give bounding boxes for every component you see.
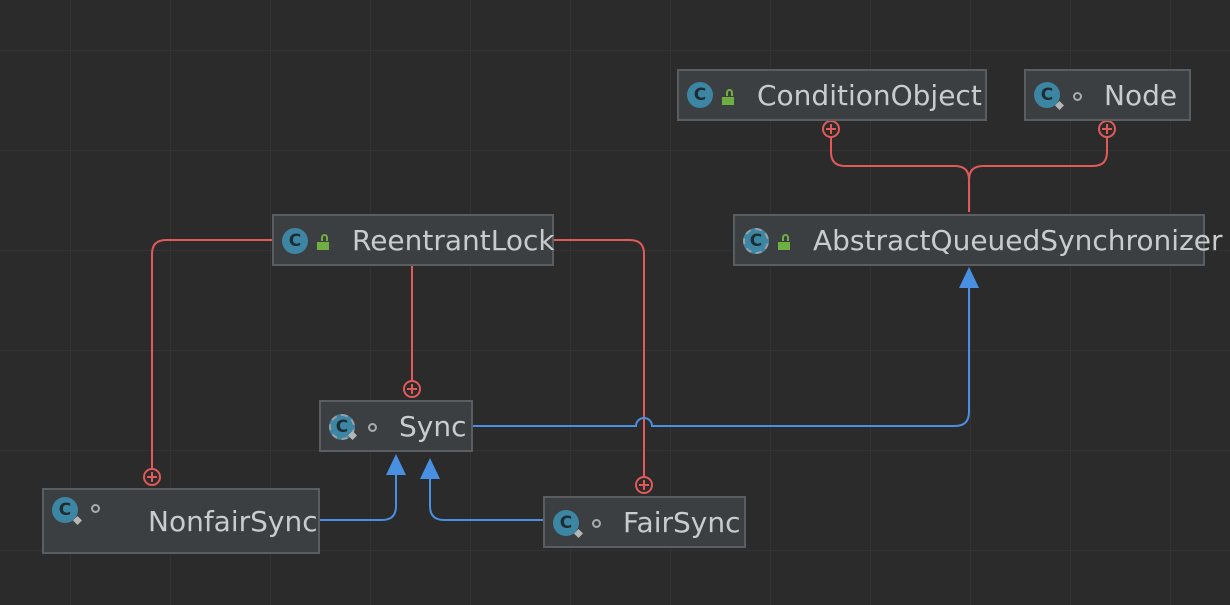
class-name: FairSync (623, 505, 741, 539)
class-name: NonfairSync (148, 505, 318, 538)
inheritance-arrowheads (386, 267, 979, 479)
edge-node-aqs (968, 137, 1108, 181)
class-icon: C (687, 82, 713, 108)
plus-marker-nonfairsync (143, 468, 161, 486)
class-name: ConditionObject (757, 78, 982, 112)
public-lock-icon (722, 89, 736, 105)
plus-marker-fairsync (635, 476, 653, 494)
arrowhead-aqs (959, 267, 979, 288)
package-private-icon (1073, 92, 1082, 101)
class-node-nonfairsync[interactable]: C NonfairSync (42, 488, 320, 554)
static-class-icon: C (1034, 82, 1060, 108)
edge-sync-aqs (473, 286, 970, 427)
class-name: Node (1104, 78, 1178, 112)
class-node-fairsync[interactable]: C FairSync (543, 496, 746, 548)
class-node-sync[interactable]: C Sync (319, 400, 473, 452)
class-name: ReentrantLock (352, 223, 555, 257)
plus-marker-conditionobject (822, 120, 840, 138)
static-class-icon: C (553, 510, 579, 536)
package-private-icon (592, 519, 601, 528)
abstract-class-icon: C (743, 228, 769, 254)
plus-marker-node (1098, 120, 1116, 138)
package-private-icon (368, 423, 377, 432)
static-class-icon: C (52, 497, 78, 523)
public-lock-icon (778, 234, 792, 250)
edge-conditionobject-aqs (830, 137, 970, 212)
arrowhead-sync-right (420, 458, 440, 479)
edge-reentrantlock-fairsync (553, 239, 645, 477)
edge-fairsync-sync (429, 476, 543, 521)
edge-reentrantlock-nonfairsync (151, 239, 272, 469)
arrowhead-sync-left (386, 454, 406, 475)
class-name: AbstractQueuedSynchronizer (813, 223, 1223, 257)
class-name: Sync (399, 409, 467, 443)
public-lock-icon (317, 234, 331, 250)
abstract-static-class-icon: C (329, 414, 355, 440)
class-node-abstractqueuedsynchronizer[interactable]: C AbstractQueuedSynchronizer (733, 214, 1223, 266)
package-private-icon (91, 504, 100, 513)
class-node-node[interactable]: C Node (1024, 69, 1191, 121)
edge-nonfairsync-sync (320, 472, 397, 521)
class-node-reentrantlock[interactable]: C ReentrantLock (272, 214, 555, 266)
class-node-conditionobject[interactable]: C ConditionObject (677, 69, 987, 121)
plus-marker-sync (403, 380, 421, 398)
class-icon: C (282, 228, 308, 254)
